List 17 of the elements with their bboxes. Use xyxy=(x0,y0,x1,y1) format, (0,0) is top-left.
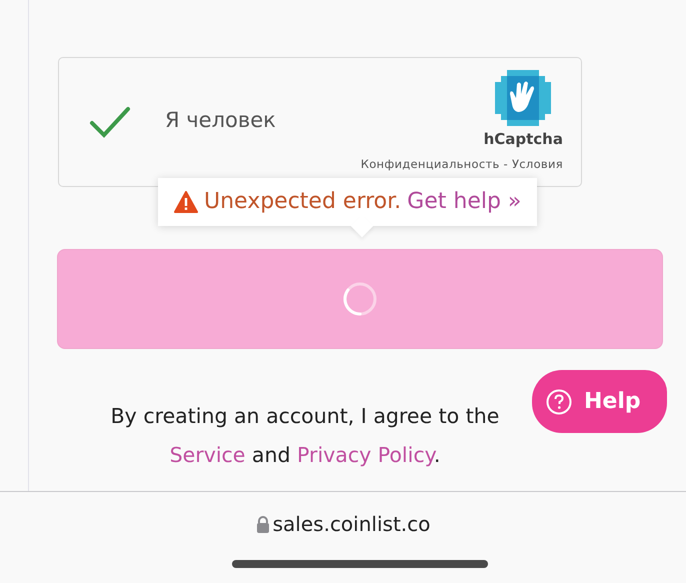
help-link[interactable]: Get help » xyxy=(407,189,522,214)
agreement-text: By creating an account, I agree to the Service and Privacy Policy. xyxy=(110,403,500,469)
warning-icon xyxy=(174,190,198,212)
home-indicator[interactable] xyxy=(232,560,488,568)
brand-name: hCaptcha xyxy=(484,130,563,148)
privacy-link[interactable]: Конфиденциальность xyxy=(360,157,500,171)
separator: - xyxy=(504,157,508,171)
captcha-label: Я человек xyxy=(165,108,276,132)
error-message: Unexpected error. xyxy=(204,189,402,214)
submit-button[interactable] xyxy=(57,249,663,349)
hand-logo-icon xyxy=(495,70,552,126)
policy-link[interactable]: Privacy Policy xyxy=(297,443,434,467)
url-text[interactable]: sales.coinlist.co xyxy=(272,512,430,536)
help-button[interactable]: Help xyxy=(532,370,667,433)
help-icon xyxy=(546,388,572,414)
terms-link[interactable]: Условия xyxy=(512,157,563,171)
policy-link[interactable]: Service xyxy=(170,443,246,467)
